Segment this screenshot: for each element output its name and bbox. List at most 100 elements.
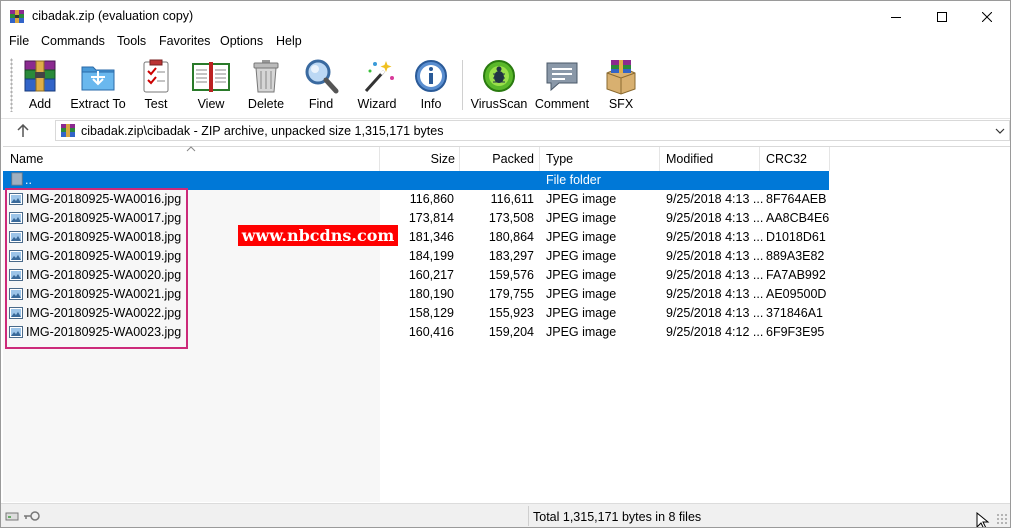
menu-file[interactable]: File: [9, 34, 29, 48]
file-size: 160,416: [408, 325, 454, 339]
drive-icon[interactable]: [5, 509, 19, 523]
delete-label: Delete: [247, 97, 285, 111]
file-size: 116,860: [409, 192, 454, 206]
menu-help[interactable]: Help: [276, 34, 302, 48]
magnifier-icon: [305, 59, 339, 94]
file-packed: 159,204: [488, 325, 534, 339]
up-folder-button[interactable]: [14, 122, 32, 140]
virusscan-button[interactable]: VirusScan: [471, 56, 527, 114]
delete-button[interactable]: Delete: [246, 56, 286, 114]
file-type: JPEG image: [546, 230, 617, 244]
toolbar-separator: [462, 60, 463, 110]
sfx-button[interactable]: SFX: [601, 56, 641, 114]
menu-bar: File Commands Tools Favorites Options He…: [1, 32, 1010, 52]
file-size: 173,814: [408, 211, 454, 225]
test-label: Test: [144, 97, 168, 111]
minimize-icon: [891, 16, 901, 18]
address-bar: cibadak.zip\cibadak - ZIP archive, unpac…: [1, 118, 1010, 142]
sort-ascending-icon: [186, 146, 196, 152]
file-modified: 9/25/2018 4:13 ...: [666, 268, 764, 282]
file-packed: 116,611: [490, 192, 534, 206]
path-field[interactable]: cibadak.zip\cibadak - ZIP archive, unpac…: [55, 120, 1010, 141]
file-size: 160,217: [408, 268, 454, 282]
window-title: cibadak.zip (evaluation copy): [32, 9, 194, 23]
file-type: JPEG image: [546, 192, 617, 206]
key-icon[interactable]: [23, 509, 41, 523]
file-packed: 155,923: [488, 306, 534, 320]
extract-to-label: Extract To: [70, 97, 126, 111]
column-header-packed[interactable]: Packed: [460, 147, 540, 171]
file-crc32: 371846A1: [766, 306, 824, 320]
parent-folder-icon: [11, 172, 23, 186]
extract-to-button[interactable]: Extract To: [70, 56, 126, 114]
file-crc32: 6F9F3E95: [766, 325, 825, 339]
comment-button[interactable]: Comment: [534, 56, 590, 114]
column-header-type[interactable]: Type: [540, 147, 660, 171]
column-name-label: Name: [10, 152, 44, 166]
file-modified: 9/25/2018 4:12 ...: [666, 325, 764, 339]
test-clipboard-icon: [143, 59, 169, 93]
archive-path: cibadak.zip\cibadak - ZIP archive, unpac…: [81, 124, 444, 138]
virusscan-label: VirusScan: [470, 97, 528, 111]
file-modified: 9/25/2018 4:13 ...: [666, 211, 764, 225]
highlight-annotation-box: [5, 188, 188, 349]
file-crc32: 8F764AEB: [766, 192, 827, 206]
column-header-crc32[interactable]: CRC32: [760, 147, 830, 171]
column-modified-label: Modified: [666, 152, 714, 166]
column-header-modified[interactable]: Modified: [660, 147, 760, 171]
wizard-label: Wizard: [357, 97, 397, 111]
title-bar[interactable]: cibadak.zip (evaluation copy): [1, 1, 1010, 32]
file-packed: 159,576: [488, 268, 534, 282]
resize-grip[interactable]: [996, 513, 1008, 525]
add-button[interactable]: Add: [20, 56, 60, 114]
file-crc32: AE09500D: [766, 287, 827, 301]
trash-can-icon: [253, 60, 279, 93]
archive-icon: [61, 124, 75, 137]
find-button[interactable]: Find: [301, 56, 341, 114]
test-button[interactable]: Test: [136, 56, 176, 114]
file-type: JPEG image: [546, 268, 617, 282]
view-button[interactable]: View: [191, 56, 231, 114]
view-book-icon: [192, 62, 230, 92]
column-header-size[interactable]: Size: [380, 147, 460, 171]
file-size: 181,346: [408, 230, 454, 244]
maximize-button[interactable]: [919, 1, 965, 32]
sfx-label: SFX: [608, 97, 634, 111]
info-button[interactable]: Info: [411, 56, 451, 114]
minimize-button[interactable]: [873, 1, 919, 32]
toolbar-grip[interactable]: [10, 58, 13, 112]
column-type-label: Type: [546, 152, 574, 166]
wizard-button[interactable]: Wizard: [357, 56, 397, 114]
column-header-name[interactable]: Name: [3, 146, 380, 171]
mouse-cursor-icon: [976, 512, 990, 527]
status-divider: [528, 506, 529, 526]
comment-label: Comment: [534, 97, 590, 111]
toolbar: Add Extract To Test View Delete Find Wiz…: [1, 52, 1010, 118]
winrar-window: cibadak.zip (evaluation copy) File Comma…: [0, 0, 1011, 528]
close-button[interactable]: [964, 1, 1010, 32]
file-modified: 9/25/2018 4:13 ...: [666, 306, 764, 320]
file-crc32: AA8CB4E6: [766, 211, 830, 225]
status-bar: Total 1,315,171 bytes in 8 files: [1, 503, 1010, 527]
file-packed: 183,297: [488, 249, 534, 263]
chevron-down-icon[interactable]: [994, 125, 1006, 137]
menu-tools[interactable]: Tools: [117, 34, 146, 48]
menu-options[interactable]: Options: [220, 34, 263, 48]
file-modified: 9/25/2018 4:13 ...: [666, 192, 764, 206]
view-label: View: [197, 97, 225, 111]
file-size: 184,199: [408, 249, 454, 263]
info-icon: [415, 60, 447, 92]
status-icons: [5, 508, 41, 524]
watermark-text: www.nbcdns.com: [238, 225, 398, 246]
info-label: Info: [420, 97, 442, 111]
column-crc32-label: CRC32: [766, 152, 807, 166]
parent-folder-name: ..: [25, 173, 32, 187]
column-size-label: Size: [430, 152, 455, 166]
file-type: JPEG image: [546, 287, 617, 301]
file-type: JPEG image: [546, 325, 617, 339]
virus-scan-icon: [483, 60, 515, 92]
maximize-icon: [937, 11, 947, 22]
menu-favorites[interactable]: Favorites: [159, 34, 210, 48]
file-crc32: D1018D61: [766, 230, 826, 244]
menu-commands[interactable]: Commands: [41, 34, 105, 48]
